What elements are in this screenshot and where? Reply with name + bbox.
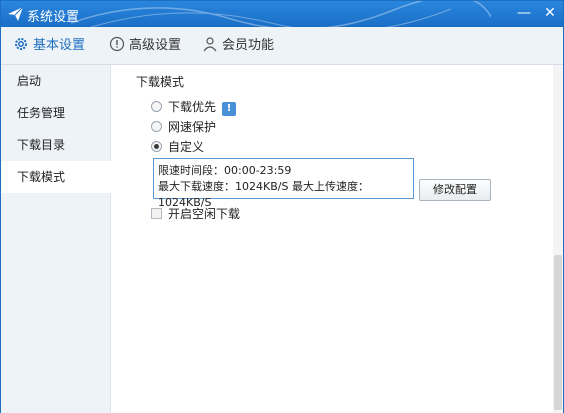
sidebar-item-download-directory[interactable]: 下载目录 [1, 129, 111, 161]
idle-download-checkbox[interactable] [151, 208, 162, 219]
tab-member-features[interactable]: 会员功能 [202, 27, 274, 65]
idle-download-option[interactable]: 开启空闲下载 [151, 205, 240, 222]
radio-button[interactable] [151, 121, 162, 132]
scrollbar-thumb[interactable] [554, 255, 562, 410]
gear-icon [15, 38, 27, 50]
close-button[interactable]: ✕ [539, 3, 561, 23]
minimize-button[interactable]: — [513, 3, 535, 23]
radio-download-priority[interactable]: 下载优先! [151, 98, 237, 116]
modify-config-button[interactable]: 修改配置 [419, 179, 491, 201]
titlebar-decoration [71, 1, 491, 27]
tab-bar: 基本设置 高级设置 会员功能 [1, 27, 563, 65]
speed-limit-period: 限速时间段：00:00-23:59 [158, 164, 292, 177]
radio-download-priority-label: 下载优先 [168, 100, 217, 114]
tab-member-features-label: 会员功能 [222, 38, 275, 53]
tab-advanced-settings-label: 高级设置 [129, 38, 182, 53]
radio-button[interactable] [151, 101, 162, 112]
radio-custom[interactable]: 自定义 [151, 138, 204, 154]
sidebar-item-startup[interactable]: 启动 [1, 65, 111, 97]
tab-advanced-settings[interactable]: 高级设置 [109, 27, 181, 65]
title-bar[interactable]: 系统设置 — ✕ [1, 1, 563, 27]
app-logo-icon [8, 6, 24, 21]
user-icon [203, 37, 217, 52]
exclamation-circle-icon [109, 36, 125, 52]
scrollbar[interactable] [553, 65, 563, 413]
radio-button-selected[interactable] [151, 141, 162, 152]
speed-limit-summary: 限速时间段：00:00-23:59 最大下载速度：1024KB/S 最大上传速度… [153, 158, 414, 209]
settings-content: 下载模式 下载优先! 网速保护 自定义 限速时间段：00:00-23:59 最大… [111, 65, 553, 413]
idle-download-label: 开启空闲下载 [168, 207, 241, 221]
sidebar-item-download-mode[interactable]: 下载模式 [1, 161, 111, 193]
info-icon[interactable]: ! [222, 102, 237, 116]
radio-network-protection[interactable]: 网速保护 [151, 118, 216, 134]
radio-network-protection-label: 网速保护 [168, 120, 217, 134]
sidebar: 启动 任务管理 下载目录 下载模式 [1, 65, 111, 413]
tab-basic-settings[interactable]: 基本设置 [13, 27, 85, 65]
settings-window: 系统设置 — ✕ 基本设置 高级设置 会员功能 启动 任务管理 下载目录 下载模… [0, 0, 564, 413]
radio-custom-label: 自定义 [168, 140, 205, 154]
sidebar-item-task-management[interactable]: 任务管理 [1, 97, 111, 129]
section-title: 下载模式 [136, 75, 185, 89]
tab-basic-settings-label: 基本设置 [33, 38, 86, 53]
